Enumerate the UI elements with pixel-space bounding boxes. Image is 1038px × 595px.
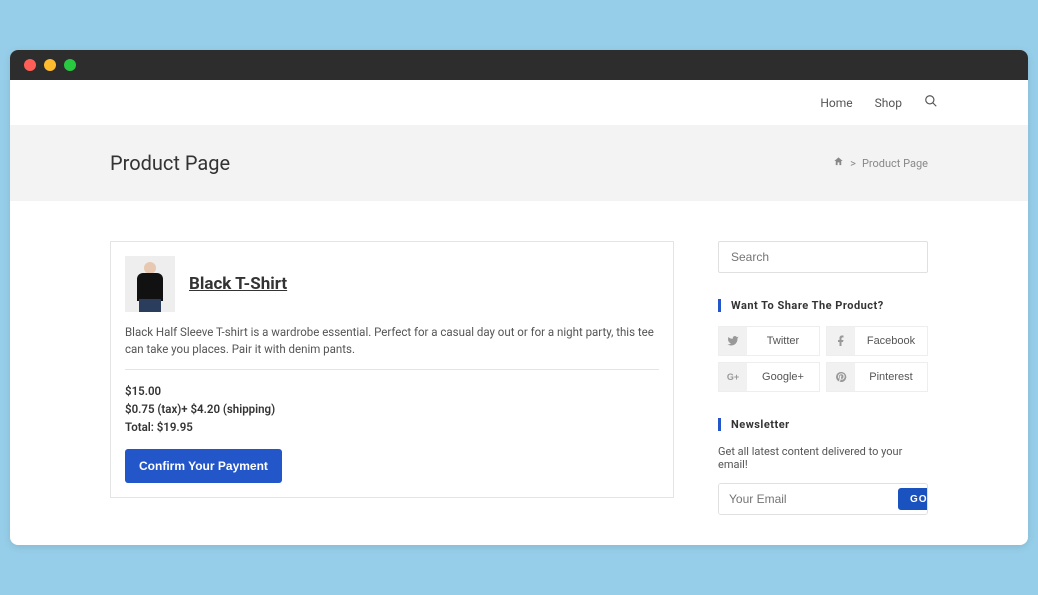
page-title: Product Page [110, 151, 230, 175]
newsletter-form: GO [718, 483, 928, 515]
top-nav: Home Shop [10, 80, 1028, 125]
facebook-icon [827, 327, 855, 355]
search-input[interactable] [718, 241, 928, 273]
window-titlebar [10, 50, 1028, 80]
share-google-button[interactable]: G+ Google+ [718, 362, 820, 392]
google-plus-icon: G+ [719, 363, 747, 391]
product-name-link[interactable]: Black T-Shirt [189, 274, 287, 294]
pricing-block: $15.00 $0.75 (tax)+ $4.20 (shipping) Tot… [125, 382, 659, 437]
share-twitter-label: Twitter [747, 327, 819, 355]
pinterest-icon [827, 363, 855, 391]
breadcrumb-current: Product Page [862, 157, 928, 170]
share-facebook-button[interactable]: Facebook [826, 326, 928, 356]
confirm-payment-button[interactable]: Confirm Your Payment [125, 449, 282, 483]
breadcrumb-separator: > [850, 157, 856, 170]
sidebar: Want To Share The Product? Twitter Faceb… [718, 241, 928, 515]
price-line: $15.00 [125, 382, 659, 400]
breadcrumb: > Product Page [833, 156, 928, 170]
newsletter-text: Get all latest content delivered to your… [718, 445, 928, 471]
product-card: Black T-Shirt Black Half Sleeve T-shirt … [110, 241, 674, 498]
product-description: Black Half Sleeve T-shirt is a wardrobe … [125, 324, 659, 370]
browser-window: Home Shop Product Page > Product Page Bl… [10, 50, 1028, 545]
newsletter-heading: Newsletter [718, 418, 928, 431]
search-icon[interactable] [924, 94, 938, 111]
total-line: Total: $19.95 [125, 418, 659, 436]
nav-home[interactable]: Home [820, 96, 852, 110]
product-head: Black T-Shirt [125, 256, 659, 312]
minimize-window-icon[interactable] [44, 59, 56, 71]
share-heading: Want To Share The Product? [718, 299, 928, 312]
close-window-icon[interactable] [24, 59, 36, 71]
share-pinterest-button[interactable]: Pinterest [826, 362, 928, 392]
nav-shop[interactable]: Shop [875, 96, 902, 110]
page-header: Product Page > Product Page [10, 125, 1028, 201]
share-twitter-button[interactable]: Twitter [718, 326, 820, 356]
twitter-icon [719, 327, 747, 355]
email-field[interactable] [719, 484, 894, 514]
go-button[interactable]: GO [898, 488, 928, 510]
share-pinterest-label: Pinterest [855, 363, 927, 391]
product-image [125, 256, 175, 312]
content-area: Black T-Shirt Black Half Sleeve T-shirt … [10, 201, 1028, 545]
breadcrumb-home-icon[interactable] [833, 156, 844, 170]
share-google-label: Google+ [747, 363, 819, 391]
fees-line: $0.75 (tax)+ $4.20 (shipping) [125, 400, 659, 418]
share-facebook-label: Facebook [855, 327, 927, 355]
maximize-window-icon[interactable] [64, 59, 76, 71]
share-grid: Twitter Facebook G+ Google+ Pinteres [718, 326, 928, 392]
